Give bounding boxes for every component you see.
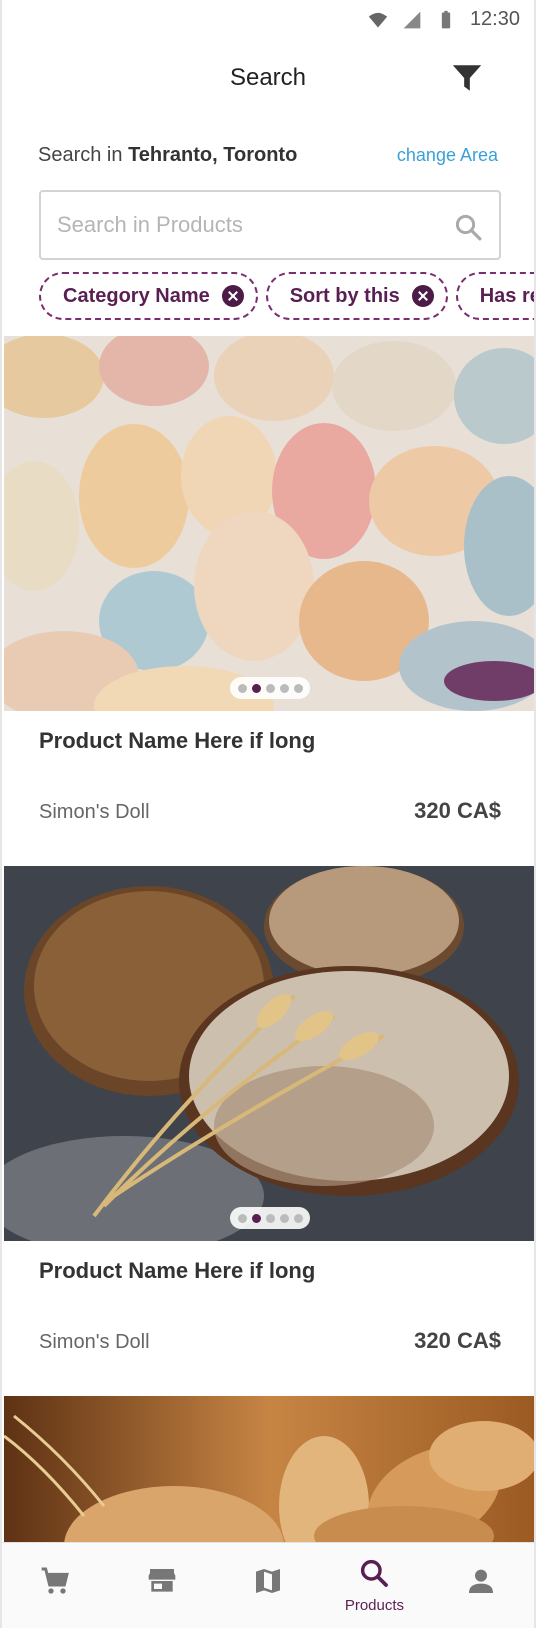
carousel-dot[interactable]: [251, 683, 261, 693]
product-seller: Simon's Doll: [39, 801, 150, 823]
chip-label: Category Name: [63, 284, 210, 307]
carousel-dot[interactable]: [251, 1213, 261, 1223]
product-card[interactable]: [4, 1396, 534, 1546]
nav-item-cart[interactable]: [2, 1543, 108, 1628]
product-card[interactable]: Product Name Here if long Simon's Doll 3…: [4, 336, 534, 823]
search-input[interactable]: [57, 210, 437, 240]
chip-has-return[interactable]: Has return: [455, 272, 534, 320]
change-area-link[interactable]: change Area: [397, 145, 498, 166]
chip-sort-by[interactable]: Sort by this: [265, 272, 448, 320]
chip-label: Sort by this: [289, 284, 400, 307]
store-icon: [148, 1569, 175, 1592]
status-icons: 12:30: [368, 8, 520, 31]
chip-category-name[interactable]: Category Name: [39, 272, 258, 320]
search-box[interactable]: [39, 190, 501, 260]
map-icon: [256, 1569, 281, 1593]
close-icon[interactable]: [221, 285, 244, 307]
battery-icon: [441, 10, 451, 28]
search-area-text: Search in Tehranto, Toronto: [38, 144, 297, 167]
filter-icon[interactable]: [450, 60, 484, 96]
close-icon[interactable]: [411, 285, 434, 307]
nav-item-products[interactable]: Products: [321, 1543, 427, 1628]
carousel-dot[interactable]: [293, 683, 303, 693]
bread-basket-image: [4, 1396, 534, 1546]
carousel-dot[interactable]: [265, 683, 275, 693]
nav-item-map[interactable]: [215, 1543, 321, 1628]
person-icon: [468, 1569, 493, 1593]
carousel-dot[interactable]: [237, 1213, 247, 1223]
status-bar: 12:30: [2, 0, 534, 40]
product-image-bread[interactable]: [4, 866, 534, 1241]
product-image-macarons[interactable]: [4, 336, 534, 711]
nav-item-store[interactable]: [108, 1543, 214, 1628]
carousel-dot[interactable]: [265, 1213, 275, 1223]
product-card[interactable]: Product Name Here if long Simon's Doll 3…: [4, 866, 534, 1353]
cart-icon: [41, 1567, 70, 1594]
product-price: 320 CA$: [414, 1328, 501, 1353]
signal-icon: [403, 11, 421, 28]
search-icon: [361, 1559, 389, 1587]
carousel-dot[interactable]: [279, 1213, 289, 1223]
chip-label: Has return: [479, 284, 534, 307]
bread-wheat-image: [4, 866, 534, 1241]
carousel-indicator[interactable]: [230, 1207, 310, 1229]
product-price: 320 CA$: [414, 798, 501, 823]
carousel-dot[interactable]: [293, 1213, 303, 1223]
search-area-prefix: Search in: [38, 144, 123, 166]
product-seller: Simon's Doll: [39, 1331, 150, 1353]
search-area-location: Tehranto, Toronto: [128, 144, 298, 166]
carousel-indicator[interactable]: [230, 677, 310, 699]
macaron-shapes: [4, 336, 534, 711]
search-area-row: Search in Tehranto, Toronto change Area: [38, 142, 498, 172]
nav-label-products: Products: [344, 1597, 405, 1614]
app-frame: 12:30 Search Search in Tehranto, Toronto…: [0, 0, 536, 1628]
app-header: Search: [2, 48, 534, 108]
filter-chips: Category Name Sort by this Has return: [39, 272, 534, 320]
product-name[interactable]: Product Name Here if long: [39, 1258, 315, 1284]
carousel-dot[interactable]: [279, 683, 289, 693]
status-time: 12:30: [469, 8, 520, 30]
carousel-dot[interactable]: [237, 683, 247, 693]
product-image-bread-basket[interactable]: [4, 1396, 534, 1546]
search-icon[interactable]: [453, 212, 483, 242]
bottom-nav: Products: [2, 1542, 534, 1628]
product-name[interactable]: Product Name Here if long: [39, 728, 315, 754]
macarons-image: [4, 336, 534, 711]
wifi-icon: [368, 12, 388, 27]
nav-item-profile[interactable]: [428, 1543, 534, 1628]
